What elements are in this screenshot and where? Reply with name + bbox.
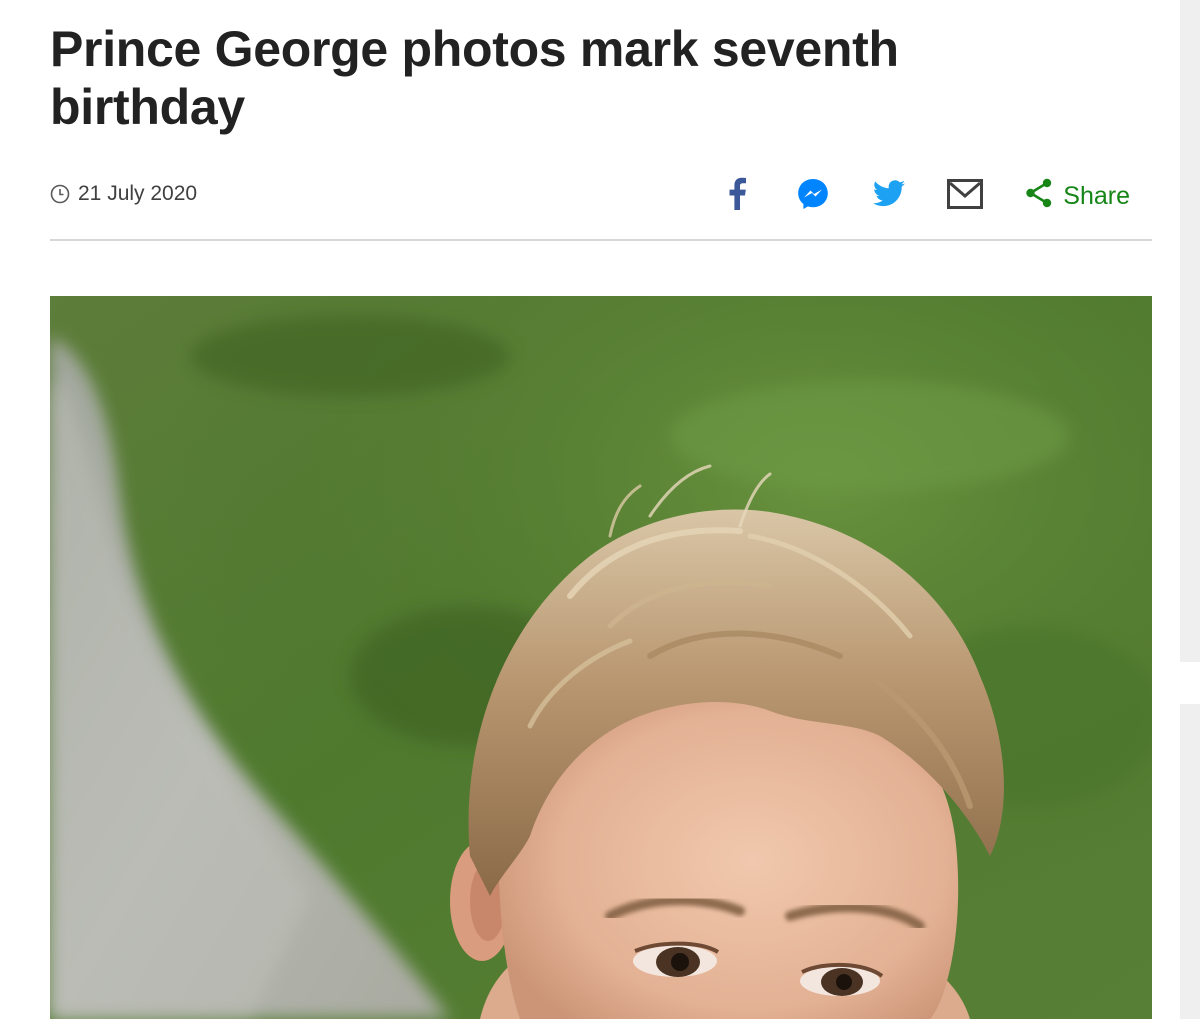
facebook-icon: [726, 177, 748, 216]
right-rail-panel: [1180, 0, 1200, 662]
article-headline: Prince George photos mark seventh birthd…: [50, 21, 899, 135]
meta-divider: [50, 239, 1152, 241]
email-icon: [947, 178, 984, 214]
clock-icon: [50, 184, 70, 204]
article-date: 21 July 2020: [50, 182, 197, 206]
share-tools: Share: [715, 174, 1130, 218]
share-label: Share: [1063, 181, 1130, 210]
messenger-share-button[interactable]: [791, 174, 835, 218]
facebook-share-button[interactable]: [715, 174, 759, 218]
hero-photo: [50, 296, 1152, 1019]
article-meta-row: 21 July 2020 Share: [50, 170, 1152, 220]
right-rail-panel: [1180, 704, 1200, 1019]
twitter-share-button[interactable]: [867, 174, 911, 218]
twitter-icon: [872, 179, 906, 213]
date-text: 21 July 2020: [78, 182, 198, 205]
messenger-icon: [796, 177, 830, 216]
share-button[interactable]: Share: [1025, 178, 1130, 215]
article-page: Prince George photos mark seventh birthd…: [0, 0, 1200, 1019]
email-share-button[interactable]: [943, 174, 987, 218]
share-icon: [1025, 178, 1053, 215]
